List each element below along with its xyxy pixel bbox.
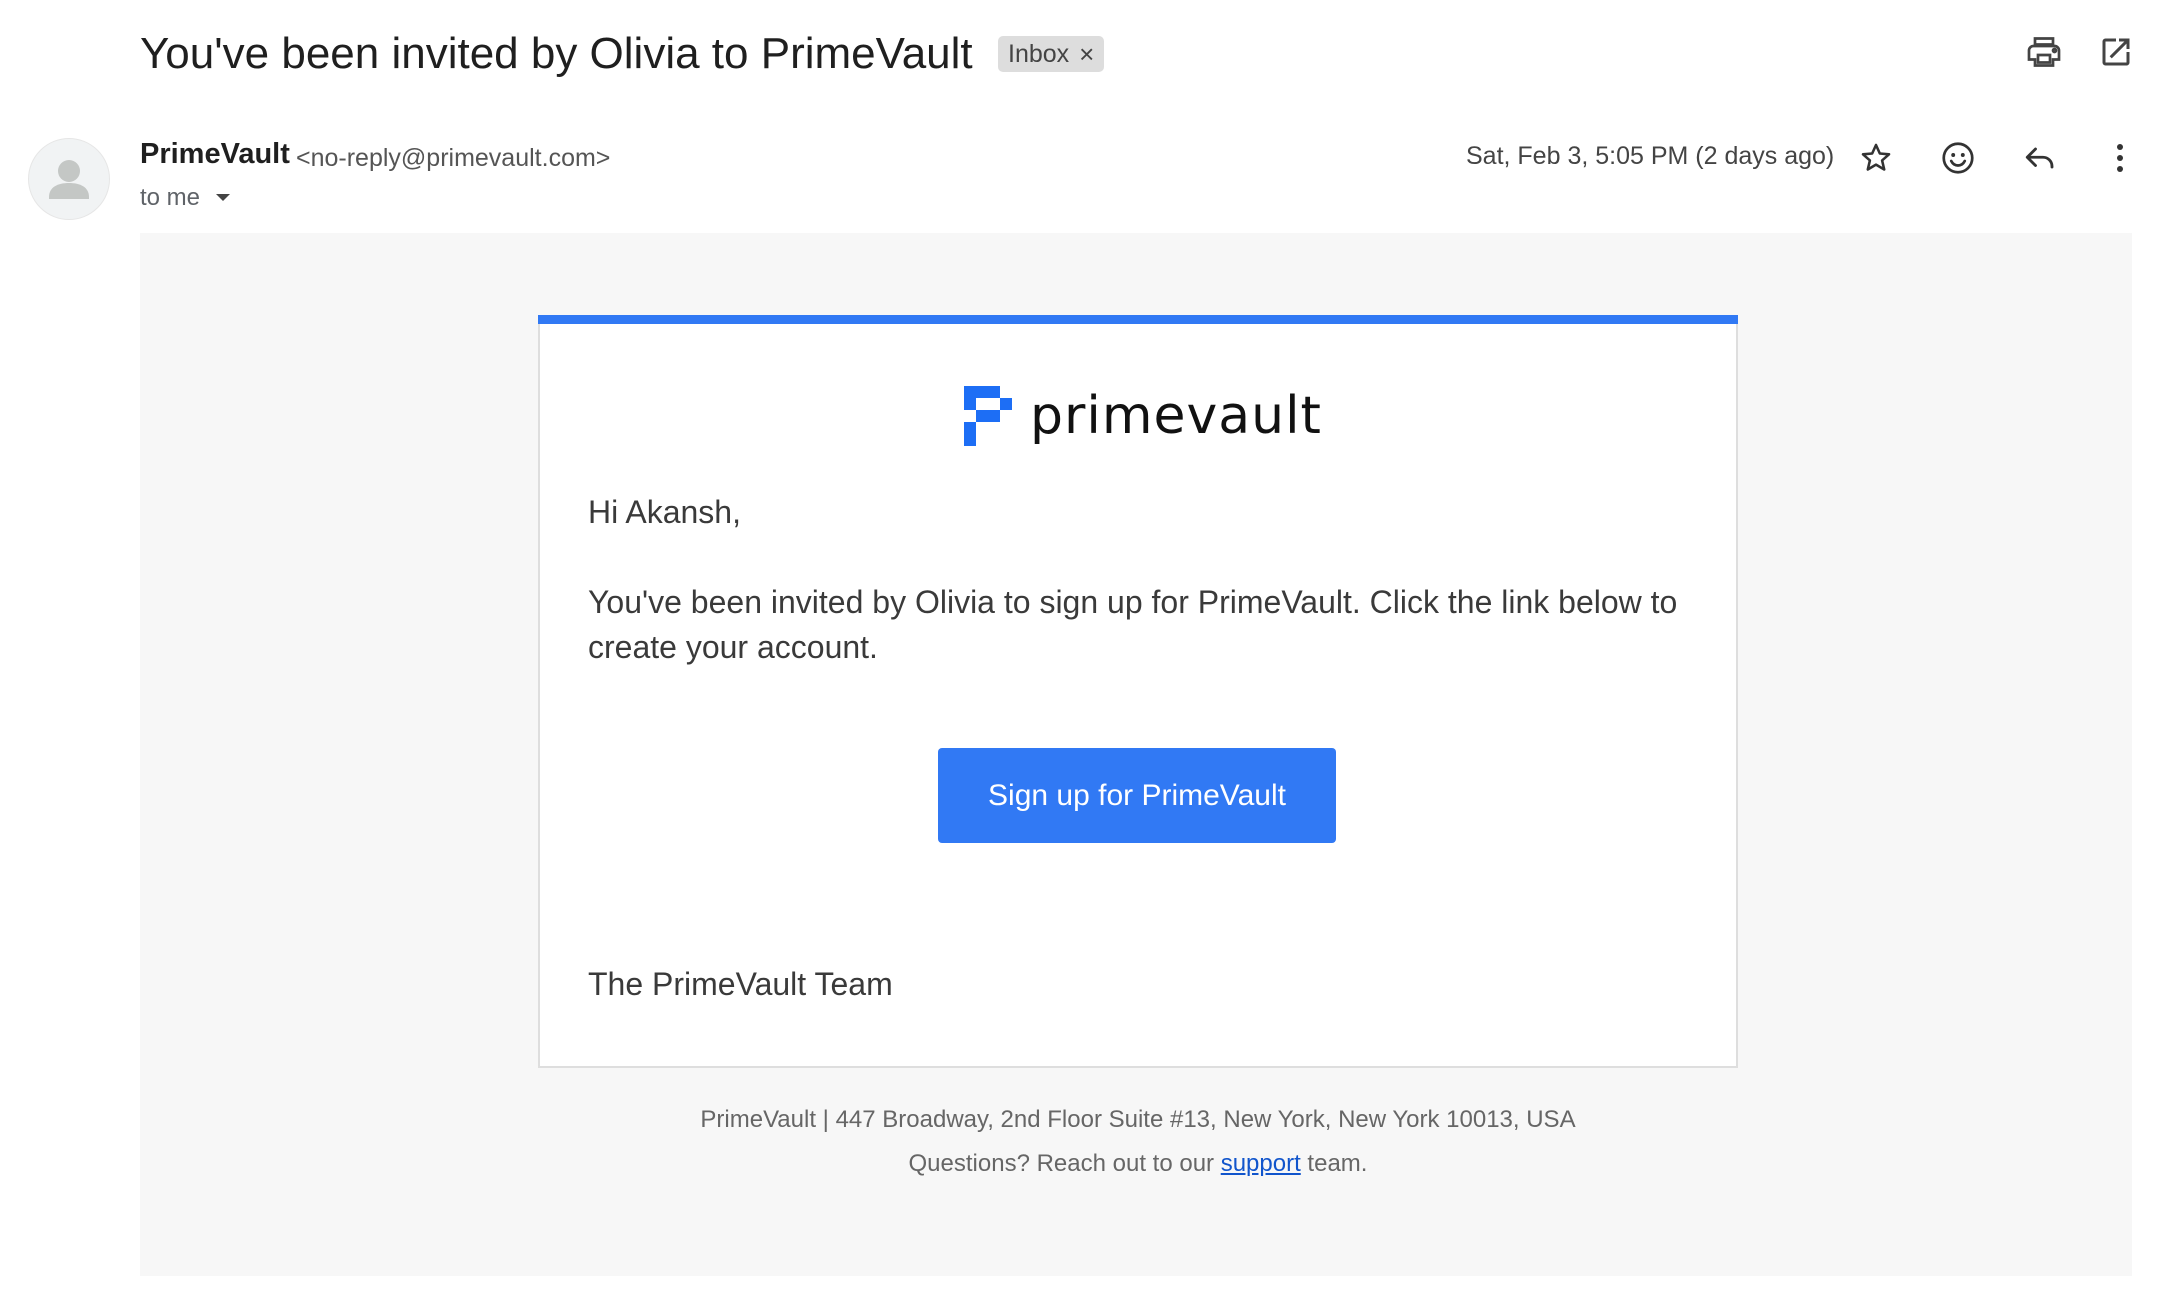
footer-questions: Questions? Reach out to our support team… — [540, 1150, 1736, 1178]
footer-question-suffix: team. — [1300, 1150, 1368, 1177]
reply-button[interactable] — [2012, 130, 2068, 186]
more-vertical-icon — [2117, 144, 2123, 172]
print-button[interactable] — [2016, 24, 2072, 80]
chevron-down-icon — [216, 194, 231, 201]
email-signoff: The PrimeVault Team — [588, 966, 893, 1002]
email-greeting: Hi Akansh, — [588, 494, 741, 530]
sender-email: <no-reply@primevault.com> — [296, 144, 611, 172]
star-button[interactable] — [1848, 130, 1904, 186]
email-date: Sat, Feb 3, 5:05 PM (2 days ago) — [1466, 142, 1835, 170]
primevault-logo: primevault — [964, 386, 1322, 446]
sender-avatar — [28, 138, 110, 220]
primevault-logo-text: primevault — [1030, 386, 1322, 446]
sender-name[interactable]: PrimeVault — [140, 138, 290, 171]
open-in-new-window-icon — [2102, 38, 2130, 66]
person-icon — [49, 160, 89, 199]
recipient-details-toggle[interactable]: to me — [140, 184, 232, 212]
print-icon — [2027, 37, 2061, 67]
recipient-label: to me — [140, 184, 201, 211]
footer-question-prefix: Questions? Reach out to our — [908, 1150, 1221, 1177]
card-accent-bar — [538, 315, 1738, 324]
email-subject: You've been invited by Olivia to PrimeVa… — [140, 29, 973, 78]
sign-up-button[interactable]: Sign up for PrimeVault — [938, 748, 1336, 843]
reply-icon — [2025, 147, 2054, 169]
remove-label-icon[interactable]: × — [1079, 39, 1094, 70]
inbox-label-chip[interactable]: Inbox × — [998, 36, 1105, 72]
more-options-button[interactable] — [2092, 130, 2148, 186]
emoji-icon — [1942, 142, 1974, 174]
support-link[interactable]: support — [1221, 1150, 1301, 1177]
open-in-new-window-button[interactable] — [2088, 24, 2144, 80]
inbox-label-text: Inbox — [1008, 39, 1070, 68]
footer-address: PrimeVault | 447 Broadway, 2nd Floor Sui… — [700, 1106, 1576, 1133]
star-icon — [1861, 143, 1891, 171]
primevault-logo-mark — [964, 386, 1012, 446]
emoji-reaction-button[interactable] — [1930, 130, 1986, 186]
email-message: You've been invited by Olivia to sign up… — [588, 584, 1678, 665]
